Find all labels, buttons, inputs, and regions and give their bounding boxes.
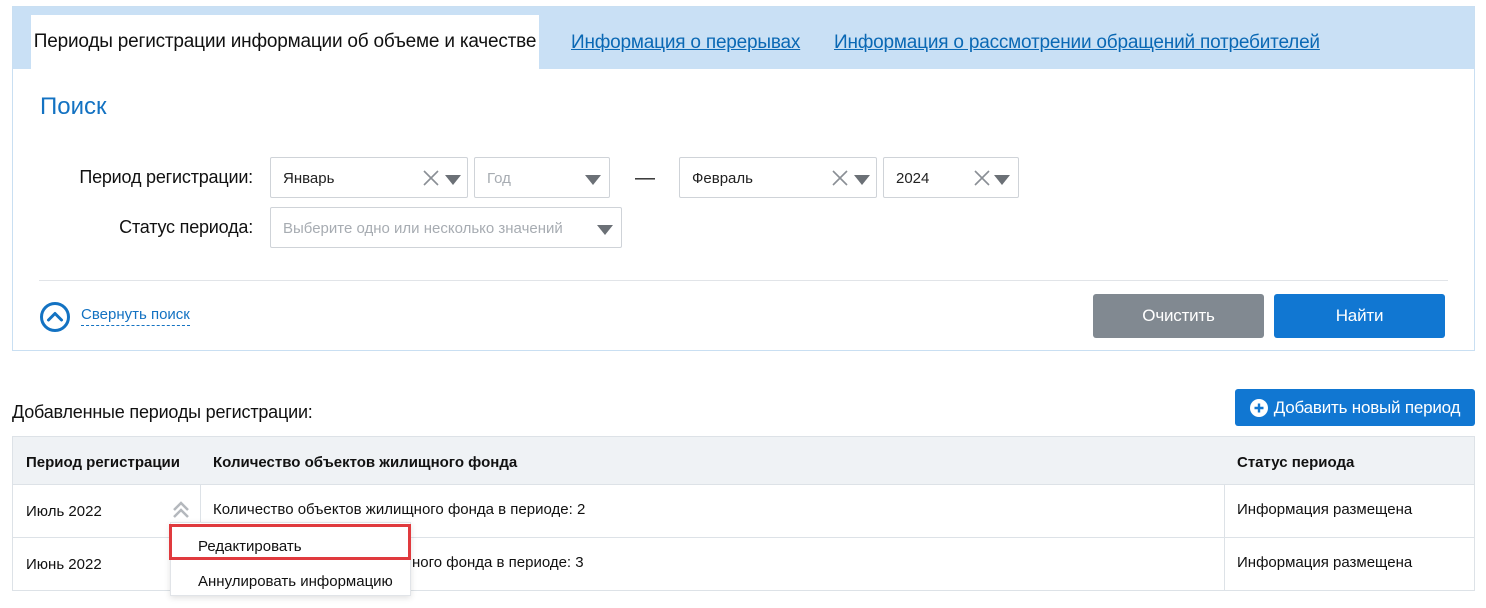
column-header-count: Количество объектов жилищного фонда (213, 454, 518, 471)
to-month-value: Февраль (692, 170, 753, 187)
row-count: ного фонда в периоде: 3 (412, 554, 584, 571)
menu-item-annul-label: Аннулировать информацию (198, 573, 393, 590)
from-month-select[interactable]: Январь (270, 157, 468, 198)
chevron-down-icon[interactable] (445, 175, 461, 185)
row-status: Информация размещена (1237, 554, 1413, 571)
menu-item-edit-label: Редактировать (198, 538, 302, 555)
divider (39, 280, 1448, 281)
plus-circle-icon (1249, 398, 1268, 417)
clear-icon[interactable] (830, 168, 850, 188)
column-header-status: Статус периода (1237, 454, 1355, 471)
to-year-select[interactable]: 2024 (883, 157, 1019, 198)
column-divider (1224, 538, 1225, 590)
chevron-down-icon[interactable] (585, 175, 601, 185)
from-year-select[interactable]: Год (474, 157, 610, 198)
chevron-down-icon[interactable] (994, 175, 1010, 185)
row-status: Информация размещена (1237, 501, 1413, 518)
to-month-select[interactable]: Февраль (679, 157, 877, 198)
tab-registration-periods[interactable]: Периоды регистрации информации об объеме… (31, 15, 539, 69)
clear-icon[interactable] (972, 168, 992, 188)
collapse-search-link[interactable]: Свернуть поиск (81, 306, 190, 326)
from-month-value: Январь (283, 170, 335, 187)
tab-bar: Периоды регистрации информации об объеме… (13, 7, 1474, 69)
row-context-menu: Редактировать Аннулировать информацию (170, 522, 411, 596)
row-period: Июнь 2022 (26, 556, 102, 573)
clear-button[interactable]: Очистить (1093, 294, 1264, 338)
double-chevron-up-icon[interactable] (171, 499, 191, 521)
chevron-up-circle-icon[interactable] (39, 301, 71, 333)
row-period: Июль 2022 (26, 503, 102, 520)
results-title: Добавленные периоды регистрации: (12, 402, 313, 422)
chevron-down-icon[interactable] (597, 225, 613, 235)
chevron-down-icon[interactable] (854, 175, 870, 185)
menu-item-edit[interactable]: Редактировать (171, 525, 412, 561)
to-year-value: 2024 (896, 170, 930, 187)
tab-complaints[interactable]: Информация о рассмотрении обращений потр… (834, 32, 1320, 54)
column-divider (1224, 485, 1225, 537)
find-button[interactable]: Найти (1274, 294, 1445, 338)
from-year-placeholder: Год (487, 170, 511, 187)
search-title: Поиск (40, 93, 107, 120)
column-header-period: Период регистрации (26, 454, 180, 471)
add-period-button[interactable]: Добавить новый период (1235, 389, 1475, 426)
table-header: Период регистрации Количество объектов ж… (12, 436, 1475, 485)
add-period-label: Добавить новый период (1273, 397, 1461, 417)
menu-item-annul[interactable]: Аннулировать информацию (171, 560, 412, 596)
status-label: Статус периода: (119, 217, 253, 237)
status-select[interactable]: Выберите одно или несколько значений (270, 207, 622, 248)
row-count: Количество объектов жилищного фонда в пе… (213, 501, 586, 518)
tab-breaks[interactable]: Информация о перерывах (571, 32, 800, 54)
search-panel: Периоды регистрации информации об объеме… (12, 6, 1475, 351)
status-placeholder: Выберите одно или несколько значений (283, 220, 563, 237)
clear-icon[interactable] (421, 168, 441, 188)
range-dash: — (635, 167, 655, 189)
period-label: Период регистрации: (79, 167, 253, 187)
